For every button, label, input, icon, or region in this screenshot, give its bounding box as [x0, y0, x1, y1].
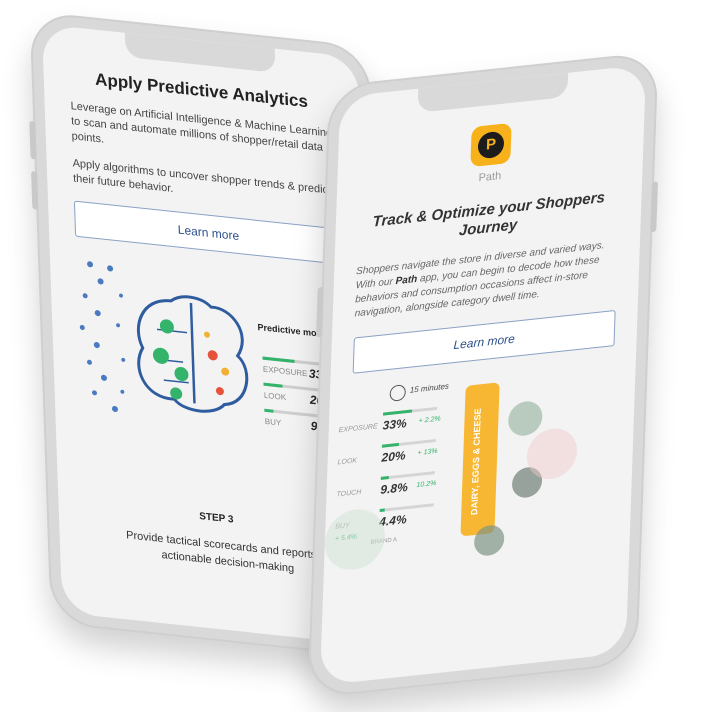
- stat-bar: [381, 442, 400, 448]
- stat-value: 20%: [381, 448, 406, 465]
- phone-mockup-scene: Apply Predictive Analytics Leverage on A…: [0, 0, 705, 712]
- metric-bar: [263, 382, 283, 388]
- stat-delta: + 2.2%: [418, 415, 441, 425]
- category-label: DAIRY, EGGS & CHEESE: [469, 407, 483, 516]
- stat-label: EXPOSURE: [338, 423, 378, 435]
- stat-bar: [380, 475, 390, 480]
- front-phone-screen: P Path Track & Optimize your Shoppers Jo…: [319, 64, 647, 686]
- power-button: [650, 181, 659, 233]
- metric-exposure: EXPOSURE 33%: [262, 356, 333, 383]
- stat-delta: 10.2%: [416, 479, 437, 490]
- stopwatch-icon: [389, 384, 407, 402]
- metric-buy: BUY 9.8%: [264, 408, 338, 436]
- heatmap-blob: [323, 506, 386, 573]
- timer-label: 15 minutes: [409, 381, 450, 395]
- metric-bar: [264, 408, 274, 413]
- stat-row-look: LOOK 20% + 13%: [337, 439, 458, 466]
- volume-button: [316, 286, 324, 338]
- learn-more-button[interactable]: Learn more: [352, 309, 616, 374]
- notch: [417, 72, 569, 113]
- stat-bar: [379, 508, 386, 512]
- metric-label: EXPOSURE: [262, 364, 308, 379]
- description-bold: Path: [395, 273, 418, 288]
- stat-label: LOOK: [337, 457, 358, 467]
- metric-bar: [262, 356, 295, 363]
- metric-label: BUY: [264, 416, 282, 428]
- shopper-figure: [507, 399, 543, 438]
- front-phone: P Path Track & Optimize your Shoppers Jo…: [307, 51, 659, 699]
- stat-row-touch: TOUCH 9.8% 10.2%: [336, 471, 457, 499]
- stat-value: 9.8%: [380, 479, 409, 497]
- heatmap-blob: [526, 426, 578, 482]
- metric-look: LOOK 20%: [263, 382, 334, 409]
- journey-stats-graphic: 15 minutes EXPOSURE 33% + 2.2% LOOK 20% …: [323, 360, 635, 583]
- stat-value: 33%: [382, 416, 407, 433]
- path-app-icon: P: [470, 122, 512, 168]
- notch: [124, 32, 276, 73]
- category-bar: DAIRY, EGGS & CHEESE: [460, 382, 500, 537]
- metric-label: LOOK: [263, 390, 287, 403]
- volume-button: [29, 120, 37, 160]
- stat-delta: + 13%: [417, 447, 438, 457]
- description-text: Shoppers navigate the store in diverse a…: [354, 238, 618, 322]
- app-icon-letter: P: [477, 130, 505, 160]
- stat-bar: [383, 409, 412, 416]
- brain-icon: [79, 261, 249, 413]
- stat-label: TOUCH: [336, 488, 362, 499]
- stat-row-exposure: EXPOSURE 33% + 2.2%: [339, 406, 459, 434]
- volume-button: [31, 171, 39, 210]
